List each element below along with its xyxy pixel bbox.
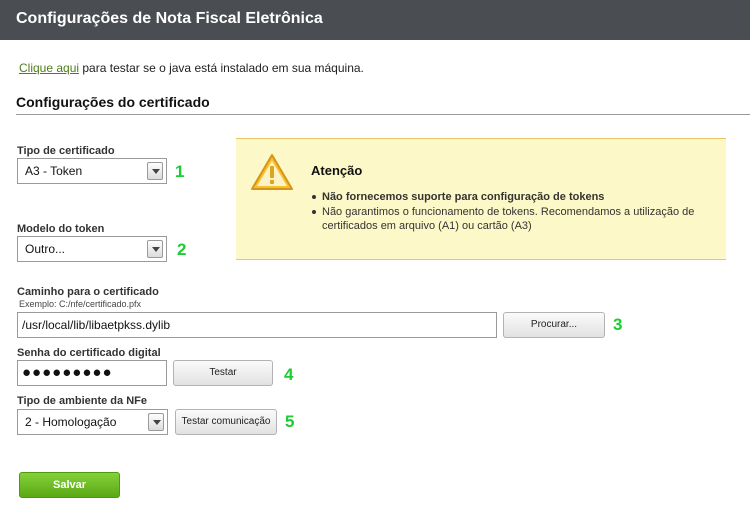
cert-path-input[interactable]: /usr/local/lib/libaetpkss.dylib: [17, 312, 497, 338]
warning-box: Atenção Não fornecemos suporte para conf…: [236, 138, 726, 260]
environment-label: Tipo de ambiente da NFe: [17, 395, 147, 407]
step-number-2: 2: [177, 240, 187, 259]
cert-type-select[interactable]: A3 - Token: [17, 158, 167, 184]
cert-password-label: Senha do certificado digital: [17, 347, 161, 359]
java-check-link[interactable]: Clique aqui: [19, 61, 79, 75]
environment-select[interactable]: 2 - Homologação: [17, 409, 168, 435]
page-header: Configurações de Nota Fiscal Eletrônica: [0, 0, 750, 40]
save-button[interactable]: Salvar: [19, 472, 120, 498]
cert-type-label: Tipo de certificado: [17, 145, 115, 157]
test-connection-button[interactable]: Testar comunicação: [175, 409, 277, 435]
page-title: Configurações de Nota Fiscal Eletrônica: [16, 10, 323, 27]
environment-value: 2 - Homologação: [25, 415, 117, 429]
test-password-button[interactable]: Testar: [173, 360, 273, 386]
warning-list: Não fornecemos suporte para configuração…: [311, 190, 711, 234]
java-check-line: Clique aqui para testar se o java está i…: [19, 61, 364, 75]
token-model-select[interactable]: Outro...: [17, 236, 167, 262]
section-divider: [16, 114, 750, 115]
step-number-5: 5: [285, 412, 295, 431]
chevron-down-icon: [147, 162, 163, 180]
cert-path-label: Caminho para o certificado: [17, 286, 159, 298]
step-number-3: 3: [613, 315, 623, 334]
browse-button[interactable]: Procurar...: [503, 312, 605, 338]
token-model-value: Outro...: [25, 242, 66, 256]
step-number-1: 1: [175, 162, 185, 181]
warning-title: Atenção: [311, 163, 363, 178]
chevron-down-icon: [147, 240, 163, 258]
step-number-4: 4: [284, 365, 294, 384]
warning-item: Não fornecemos suporte para configuração…: [311, 190, 711, 204]
warning-item: Não garantimos o funcionamento de tokens…: [311, 205, 711, 233]
warning-triangle-icon: [251, 154, 293, 190]
cert-password-input[interactable]: ●●●●●●●●●: [17, 360, 167, 386]
java-check-text: para testar se o java está instalado em …: [79, 61, 364, 75]
cert-type-value: A3 - Token: [25, 164, 83, 178]
cert-path-hint: Exemplo: C:/nfe/certificado.pfx: [19, 299, 142, 309]
section-title: Configurações do certificado: [16, 94, 210, 110]
chevron-down-icon: [148, 413, 164, 431]
token-model-label: Modelo do token: [17, 223, 105, 235]
